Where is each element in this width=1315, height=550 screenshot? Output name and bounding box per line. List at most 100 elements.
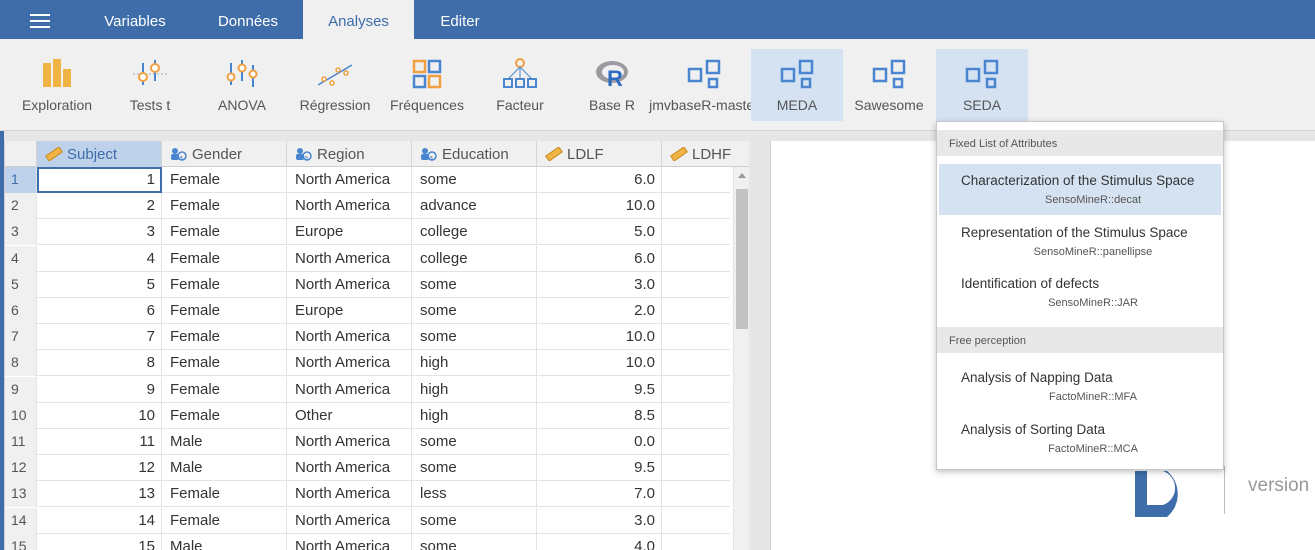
- cell-gender[interactable]: Female: [162, 271, 287, 298]
- cell-region[interactable]: Europe: [287, 219, 412, 246]
- scrollbar-thumb[interactable]: [736, 189, 748, 329]
- table-row[interactable]: 15 15 Male North America some 4.0: [5, 533, 734, 550]
- table-row[interactable]: 7 7 Female North America some 10.0: [5, 324, 734, 351]
- cell-ldhf[interactable]: [662, 455, 734, 482]
- cell-ldhf[interactable]: [662, 507, 734, 534]
- cell-subject[interactable]: 3: [37, 219, 162, 246]
- row-number[interactable]: 3: [5, 219, 37, 246]
- cell-education[interactable]: some: [412, 455, 537, 482]
- cell-ldhf[interactable]: [662, 219, 734, 246]
- cell-ldhf[interactable]: [662, 324, 734, 351]
- table-row[interactable]: 11 11 Male North America some 0.0: [5, 429, 734, 455]
- row-number[interactable]: 6: [5, 298, 37, 324]
- row-number[interactable]: 8: [5, 350, 37, 377]
- hamburger-menu-icon[interactable]: [30, 14, 50, 28]
- table-row[interactable]: 10 10 Female Other high 8.5: [5, 402, 734, 429]
- cell-education[interactable]: some: [412, 324, 537, 351]
- menu-item-representation[interactable]: Representation of the Stimulus Space Sen…: [939, 216, 1221, 267]
- cell-ldlf[interactable]: 8.5: [537, 402, 662, 429]
- row-number[interactable]: 15: [5, 533, 37, 550]
- cell-region[interactable]: North America: [287, 455, 412, 482]
- menu-item-napping[interactable]: Analysis of Napping Data FactoMineR::MFA: [939, 361, 1221, 412]
- cell-ldhf[interactable]: [662, 481, 734, 508]
- cell-subject[interactable]: 2: [37, 193, 162, 220]
- column-header-ldhf[interactable]: LDHF: [662, 141, 749, 167]
- cell-education[interactable]: advance: [412, 193, 537, 220]
- tab-variables[interactable]: Variables: [86, 0, 184, 39]
- cell-gender[interactable]: Female: [162, 376, 287, 403]
- menu-item-characterization[interactable]: Characterization of the Stimulus Space S…: [939, 164, 1221, 215]
- cell-education[interactable]: some: [412, 507, 537, 534]
- cell-gender[interactable]: Male: [162, 455, 287, 482]
- cell-ldhf[interactable]: [662, 533, 734, 550]
- cell-education[interactable]: less: [412, 481, 537, 508]
- cell-region[interactable]: Other: [287, 402, 412, 429]
- cell-gender[interactable]: Female: [162, 245, 287, 272]
- cell-region[interactable]: Europe: [287, 298, 412, 324]
- table-row[interactable]: 5 5 Female North America some 3.0: [5, 271, 734, 298]
- row-number[interactable]: 1: [5, 167, 37, 193]
- cell-ldhf[interactable]: [662, 193, 734, 220]
- table-row[interactable]: 3 3 Female Europe college 5.0: [5, 219, 734, 246]
- cell-gender[interactable]: Female: [162, 193, 287, 220]
- cell-subject[interactable]: 13: [37, 481, 162, 508]
- cell-subject[interactable]: 11: [37, 429, 162, 455]
- row-number[interactable]: 2: [5, 193, 37, 220]
- cell-region[interactable]: North America: [287, 245, 412, 272]
- column-header-ldlf[interactable]: LDLF: [537, 141, 662, 167]
- cell-subject[interactable]: 15: [37, 533, 162, 550]
- cell-gender[interactable]: Female: [162, 324, 287, 351]
- data-grid[interactable]: Subject a Gender a Region a Education LDLF …: [4, 141, 749, 550]
- cell-gender[interactable]: Male: [162, 533, 287, 550]
- cell-subject[interactable]: 6: [37, 298, 162, 324]
- row-number[interactable]: 10: [5, 402, 37, 429]
- column-header-education[interactable]: a Education: [412, 141, 537, 167]
- cell-region[interactable]: North America: [287, 271, 412, 298]
- cell-region[interactable]: North America: [287, 167, 412, 193]
- row-number[interactable]: 9: [5, 376, 37, 403]
- cell-ldhf[interactable]: [662, 167, 734, 193]
- cell-subject[interactable]: 10: [37, 402, 162, 429]
- cell-subject[interactable]: 1: [37, 167, 162, 193]
- cell-region[interactable]: North America: [287, 507, 412, 534]
- cell-ldlf[interactable]: 10.0: [537, 324, 662, 351]
- base-r-button[interactable]: R Base R: [578, 49, 646, 121]
- cell-education[interactable]: college: [412, 245, 537, 272]
- cell-gender[interactable]: Female: [162, 298, 287, 324]
- sawesome-button[interactable]: Sawesome: [846, 49, 932, 121]
- table-row[interactable]: 13 13 Female North America less 7.0: [5, 481, 734, 508]
- cell-subject[interactable]: 5: [37, 271, 162, 298]
- jmvbaser-master-button[interactable]: jmvbaseR-master: [646, 49, 762, 121]
- regression-button[interactable]: Régression: [294, 49, 376, 121]
- cell-ldlf[interactable]: 7.0: [537, 481, 662, 508]
- cell-subject[interactable]: 8: [37, 350, 162, 377]
- cell-education[interactable]: college: [412, 219, 537, 246]
- meda-button[interactable]: MEDA: [751, 49, 843, 121]
- table-row[interactable]: 12 12 Male North America some 9.5: [5, 455, 734, 482]
- table-row[interactable]: 8 8 Female North America high 10.0: [5, 350, 734, 377]
- cell-ldhf[interactable]: [662, 402, 734, 429]
- cell-ldlf[interactable]: 6.0: [537, 245, 662, 272]
- cell-ldlf[interactable]: 3.0: [537, 507, 662, 534]
- cell-ldlf[interactable]: 10.0: [537, 193, 662, 220]
- cell-gender[interactable]: Male: [162, 429, 287, 455]
- vertical-scrollbar[interactable]: [734, 167, 749, 550]
- scroll-up-arrow-icon[interactable]: [738, 173, 746, 178]
- frequences-button[interactable]: Fréquences: [386, 49, 468, 121]
- cell-region[interactable]: North America: [287, 193, 412, 220]
- cell-region[interactable]: North America: [287, 481, 412, 508]
- cell-gender[interactable]: Female: [162, 219, 287, 246]
- cell-ldhf[interactable]: [662, 271, 734, 298]
- cell-ldlf[interactable]: 0.0: [537, 429, 662, 455]
- menu-item-sorting[interactable]: Analysis of Sorting Data FactoMineR::MCA: [939, 413, 1221, 464]
- cell-gender[interactable]: Female: [162, 350, 287, 377]
- cell-subject[interactable]: 12: [37, 455, 162, 482]
- table-row[interactable]: 14 14 Female North America some 3.0: [5, 507, 734, 534]
- cell-ldhf[interactable]: [662, 350, 734, 377]
- cell-ldhf[interactable]: [662, 429, 734, 455]
- cell-ldhf[interactable]: [662, 376, 734, 403]
- cell-education[interactable]: some: [412, 533, 537, 550]
- cell-ldlf[interactable]: 10.0: [537, 350, 662, 377]
- cell-ldlf[interactable]: 3.0: [537, 271, 662, 298]
- column-header-gender[interactable]: a Gender: [162, 141, 287, 167]
